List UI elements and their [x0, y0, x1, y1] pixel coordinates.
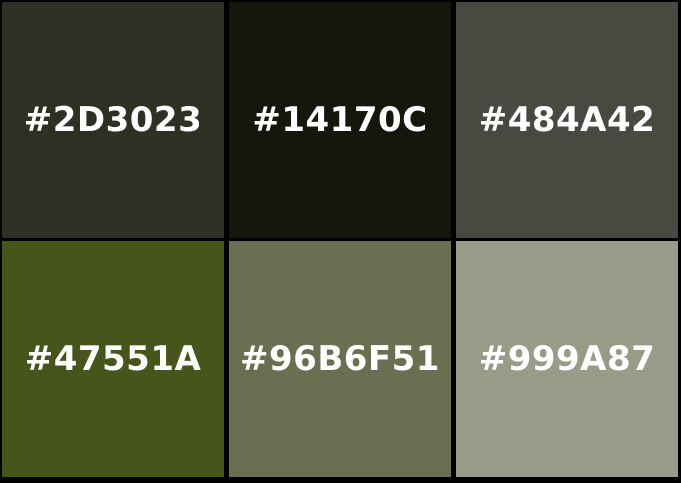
swatch-hex-label: #999A87	[478, 339, 656, 379]
swatch-hex-label: #96B6F51	[240, 339, 440, 379]
color-palette-grid: #2D3023 #14170C #484A42 #47551A #96B6F51…	[0, 0, 681, 483]
color-swatch-3: #484A42	[456, 2, 678, 238]
color-swatch-6: #999A87	[456, 241, 678, 477]
swatch-hex-label: #14170C	[252, 100, 428, 140]
color-swatch-5: #96B6F51	[229, 241, 451, 477]
color-swatch-4: #47551A	[2, 241, 224, 477]
swatch-hex-label: #2D3023	[23, 100, 203, 140]
color-swatch-1: #2D3023	[2, 2, 224, 238]
swatch-hex-label: #47551A	[24, 339, 202, 379]
color-swatch-2: #14170C	[229, 2, 451, 238]
swatch-hex-label: #484A42	[478, 100, 656, 140]
